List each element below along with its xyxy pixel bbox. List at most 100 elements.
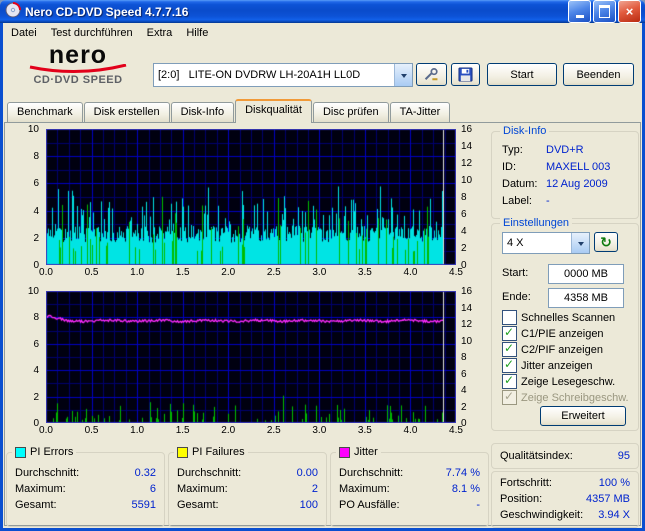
axis-tick: 2.0 — [221, 267, 236, 278]
axis-tick: 3.5 — [357, 267, 372, 278]
checkbox-icon[interactable] — [502, 373, 517, 389]
axis-tick: 0.5 — [84, 267, 99, 278]
axis-tick: 8 — [33, 151, 39, 163]
settings-group: Einstellungen 4 X ↻ Start: 0000 MB Ende:… — [491, 217, 639, 431]
axis-tick: 4 — [33, 205, 39, 217]
axis-tick: 4.0 — [403, 425, 418, 436]
checkbox-icon[interactable] — [502, 310, 517, 325]
checkbox-icon[interactable] — [502, 325, 517, 341]
axis-tick: 4.5 — [449, 267, 463, 278]
checkbox-icon[interactable] — [502, 357, 517, 373]
save-icon — [458, 67, 473, 82]
window-body: Datei Test durchführen Extra Hilfe nero … — [0, 23, 645, 531]
pi-errors-plot — [46, 129, 456, 265]
tab-benchmark[interactable]: Benchmark — [7, 102, 83, 122]
options-button[interactable] — [416, 63, 447, 86]
axis-tick: 4.5 — [449, 425, 463, 436]
drive-selected-value: [2:0] LITE-ON DVDRW LH-20A1H LL0D — [158, 69, 361, 81]
beenden-button[interactable]: Beenden — [563, 63, 634, 86]
checkbox-c1-pie[interactable]: C1/PIE anzeigen — [502, 325, 636, 341]
stat-row: Gesamt: 100 — [177, 499, 318, 511]
disk-info-row-typ: Typ: DVD+R — [502, 144, 632, 157]
save-button[interactable] — [451, 63, 480, 86]
position-label: Position: — [500, 493, 543, 505]
erweitert-button[interactable]: Erweitert — [540, 406, 626, 426]
pi-errors-legend-icon — [15, 447, 26, 458]
minimize-button[interactable] — [568, 0, 591, 23]
checkbox-schnelles-scannen[interactable]: Schnelles Scannen — [502, 310, 636, 325]
disk-info-title: Disk-Info — [500, 125, 550, 138]
stat-row: Durchschnitt: 7.74 % — [339, 467, 480, 479]
app-window: Nero CD-DVD Speed 4.7.7.16 × Datei Test … — [0, 0, 645, 531]
axis-tick: 2 — [33, 232, 39, 244]
axis-tick: 14 — [461, 141, 473, 152]
end-position-field[interactable]: 4358 MB — [548, 288, 624, 308]
jitter-caption: Jitter — [336, 446, 381, 459]
progress-box: Fortschritt: 100 % Position: 4357 MB Ges… — [491, 471, 639, 528]
start-button[interactable]: Start — [487, 63, 557, 86]
window-controls: × — [568, 0, 641, 23]
stat-row: PO Ausfälle: - — [339, 499, 480, 511]
stat-row: Gesamt: 5591 — [15, 499, 156, 511]
axis-tick: 2.0 — [221, 425, 236, 436]
menu-test-durchfuehren[interactable]: Test durchführen — [44, 24, 140, 42]
menu-bar: Datei Test durchführen Extra Hilfe — [3, 23, 642, 43]
pi-errors-title: PI Errors — [30, 446, 74, 458]
tab-disc-pruefen[interactable]: Disc prüfen — [312, 102, 389, 122]
close-button[interactable]: × — [618, 0, 641, 23]
axis-tick: 14 — [461, 302, 473, 314]
progress-row-position: Position: 4357 MB — [500, 493, 630, 505]
label-label: Label: — [502, 195, 532, 207]
jitter-stats: Jitter Durchschnitt: 7.74 % Maximum: 8.1… — [330, 446, 489, 527]
title-bar[interactable]: Nero CD-DVD Speed 4.7.7.16 × — [0, 0, 645, 23]
axis-tick: 3.0 — [312, 425, 327, 436]
tab-diskqualitaet[interactable]: Diskqualität — [235, 99, 312, 123]
geschwindigkeit-label: Geschwindigkeit: — [500, 509, 584, 521]
label-value: - — [546, 195, 550, 207]
menu-datei[interactable]: Datei — [4, 24, 44, 42]
jitter-right-axis: 0 2 4 6 8 10 12 14 16 — [458, 286, 488, 439]
checkbox-jitter[interactable]: Jitter anzeigen — [502, 357, 636, 373]
checkbox-icon[interactable] — [502, 341, 517, 357]
menu-hilfe[interactable]: Hilfe — [179, 24, 215, 42]
menu-extra[interactable]: Extra — [140, 24, 180, 42]
checkbox-icon[interactable] — [502, 389, 517, 405]
axis-tick: 2 — [33, 391, 39, 403]
checkbox-label: Schnelles Scannen — [521, 311, 616, 324]
minimize-icon — [575, 15, 584, 18]
pi-errors-right-axis: 0 2 4 6 8 10 12 14 16 — [458, 124, 488, 281]
tab-disk-info[interactable]: Disk-Info — [170, 102, 235, 122]
axis-tick: 12 — [461, 319, 473, 330]
axis-tick: 6 — [461, 368, 467, 380]
axis-tick: 2 — [461, 243, 467, 254]
checkbox-c2-pif[interactable]: C2/PIF anzeigen — [502, 341, 636, 357]
chevron-down-icon[interactable] — [394, 64, 412, 86]
jitter-left-axis: 0 2 4 6 8 10 — [6, 286, 42, 439]
axis-tick: 6 — [461, 209, 467, 220]
checkbox-schreibgeschw[interactable]: Zeige Schreibgeschw. — [502, 389, 636, 405]
chevron-down-icon[interactable] — [571, 233, 589, 253]
quality-index-box: Qualitätsindex: 95 — [491, 443, 639, 469]
tab-disk-erstellen[interactable]: Disk erstellen — [83, 102, 170, 122]
pi-errors-caption: PI Errors — [12, 446, 77, 459]
pi-failures-legend-icon — [177, 447, 188, 458]
jitter-legend-icon — [339, 447, 350, 458]
axis-tick: 10 — [27, 124, 39, 135]
checkbox-lesegeschw[interactable]: Zeige Lesegeschw. — [502, 373, 636, 389]
disk-info-row-id: ID: MAXELL 003 — [502, 161, 632, 174]
start-position-label: Start: — [502, 267, 529, 279]
progress-row-geschwindigkeit: Geschwindigkeit: 3.94 X — [500, 509, 630, 521]
jitter-plot — [46, 291, 456, 423]
progress-row-fortschritt: Fortschritt: 100 % — [500, 477, 630, 489]
checkbox-label: Jitter anzeigen — [521, 359, 593, 372]
maximize-button[interactable] — [593, 0, 616, 23]
tab-ta-jitter[interactable]: TA-Jitter — [389, 102, 451, 122]
jitter-x-axis: 0.0 0.5 1.0 1.5 2.0 2.5 3.0 3.5 4.0 4.5 — [39, 425, 463, 437]
toolbar: nero CD·DVD SPEED [2:0] LITE-ON DVDRW LH… — [3, 43, 642, 100]
drive-select[interactable]: [2:0] LITE-ON DVDRW LH-20A1H LL0D — [153, 63, 413, 87]
speed-select[interactable]: 4 X — [502, 232, 590, 254]
start-position-field[interactable]: 0000 MB — [548, 264, 624, 284]
id-label: ID: — [502, 161, 517, 173]
pi-errors-stats: PI Errors Durchschnitt: 0.32 Maximum: 6 … — [6, 446, 165, 527]
refresh-button[interactable]: ↻ — [594, 232, 618, 252]
